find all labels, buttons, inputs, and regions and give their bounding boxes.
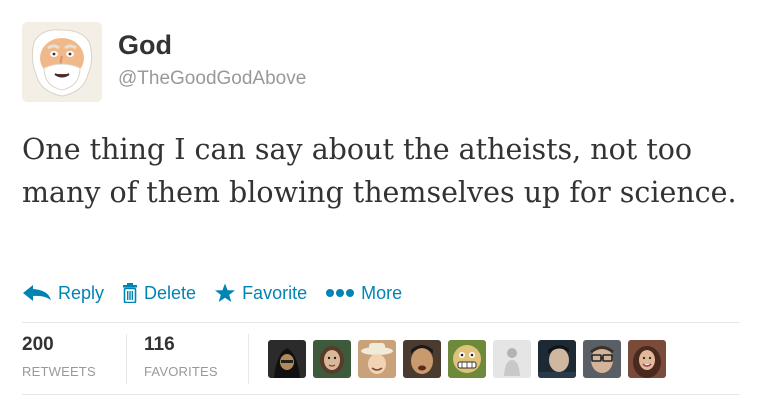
more-label: More	[361, 282, 403, 303]
avatar-woman-green-icon	[313, 340, 351, 378]
god-face-icon	[22, 22, 102, 102]
delete-label: Delete	[144, 282, 197, 303]
favoriter-avatar[interactable]	[538, 340, 576, 378]
favoriter-avatar[interactable]	[448, 340, 486, 378]
avatar-light-figure-icon	[493, 340, 531, 378]
divider	[22, 322, 740, 323]
avatar-cartoon-grin-icon	[448, 340, 486, 378]
favorites-label: FAVORITES	[144, 364, 218, 379]
user-handle[interactable]: @TheGoodGodAbove	[118, 68, 306, 90]
more-dots-icon	[325, 288, 355, 298]
tweet-text: One thing I can say about the atheists, …	[22, 133, 737, 209]
user-display-name[interactable]: God	[118, 30, 172, 61]
favoriter-avatar[interactable]	[268, 340, 306, 378]
favoriter-avatar[interactable]	[403, 340, 441, 378]
avatar-man-dark-icon	[403, 340, 441, 378]
stat-separator	[248, 334, 249, 384]
avatar-man-profile-icon	[538, 340, 576, 378]
favorite-button[interactable]: Favorite	[214, 283, 307, 304]
favoriter-avatar[interactable]	[628, 340, 666, 378]
avatar-cowboy-icon	[358, 340, 396, 378]
retweets-count: 200	[22, 334, 54, 355]
reply-label: Reply	[58, 282, 105, 303]
tweet-actions: Reply Delete Favorite More	[22, 278, 420, 308]
retweets-label: RETWEETS	[22, 364, 96, 379]
favoriter-avatar[interactable]	[583, 340, 621, 378]
favorites-count: 116	[144, 334, 175, 355]
delete-button[interactable]: Delete	[122, 283, 196, 304]
retweets-stat[interactable]: 200 RETWEETS	[22, 334, 96, 379]
reply-button[interactable]: Reply	[22, 283, 104, 304]
tweet-card: God @TheGoodGodAbove One thing I can say…	[0, 0, 768, 402]
avatar-woman-smile-icon	[628, 340, 666, 378]
favoriter-avatars	[268, 340, 673, 378]
profile-avatar[interactable]	[22, 22, 102, 102]
divider	[22, 394, 740, 395]
stat-separator	[126, 334, 127, 384]
favoriter-avatar[interactable]	[358, 340, 396, 378]
favorite-label: Favorite	[242, 282, 308, 303]
reply-arrow-icon	[22, 284, 52, 302]
star-icon	[214, 283, 236, 303]
avatar-man-glasses-icon	[583, 340, 621, 378]
more-button[interactable]: More	[325, 283, 402, 304]
trash-icon	[122, 283, 138, 303]
avatar-dark-hood-icon	[268, 340, 306, 378]
favoriter-avatar[interactable]	[493, 340, 531, 378]
favoriter-avatar[interactable]	[313, 340, 351, 378]
favorites-stat[interactable]: 116 FAVORITES	[144, 334, 218, 379]
